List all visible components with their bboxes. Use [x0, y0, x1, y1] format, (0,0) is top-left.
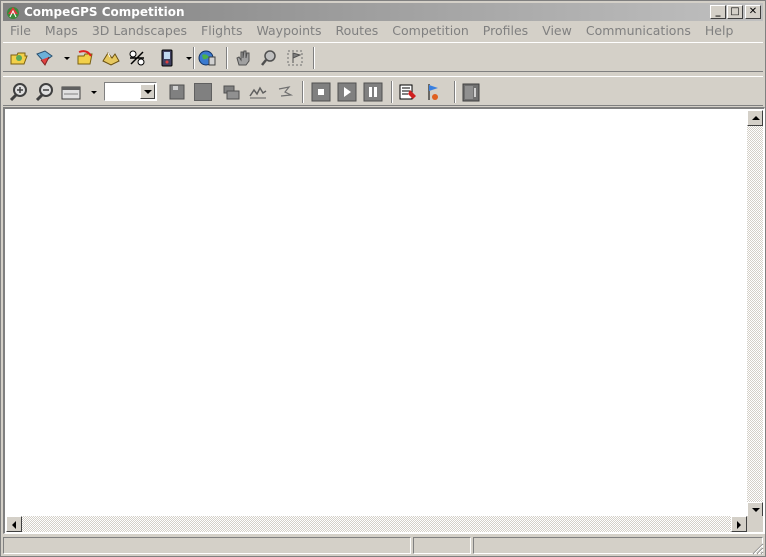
open-track-icon[interactable] [75, 48, 95, 68]
gps-device-icon[interactable] [157, 48, 177, 68]
route-globe-icon[interactable] [197, 48, 217, 68]
close-icon: ✕ [748, 6, 758, 17]
menu-communications[interactable]: Communications [579, 23, 698, 38]
map-toolbar [3, 76, 763, 106]
menu-help[interactable]: Help [698, 23, 741, 38]
toolbar-separator [313, 47, 315, 69]
map-canvas[interactable] [3, 107, 765, 534]
menu-view[interactable]: View [535, 23, 579, 38]
menu-waypoints[interactable]: Waypoints [249, 23, 328, 38]
window-title: CompeGPS Competition [24, 5, 185, 19]
toolbar-separator [454, 81, 456, 103]
analysis-icon[interactable] [398, 82, 418, 102]
scrollbar-corner [747, 516, 763, 532]
compegps-logo-icon [7, 7, 19, 19]
save-disk-icon[interactable] [167, 82, 187, 102]
arrow-down-icon [752, 508, 760, 512]
dropdown-arrow-icon[interactable] [91, 91, 97, 94]
minimize-button[interactable]: _ [710, 5, 726, 19]
menu-competition[interactable]: Competition [385, 23, 476, 38]
chevron-down-icon[interactable] [140, 84, 155, 99]
status-pane-2 [413, 537, 471, 554]
scroll-left-button[interactable] [6, 516, 22, 532]
open-folder-icon[interactable] [9, 48, 29, 68]
open-map-icon[interactable] [35, 48, 55, 68]
resize-grip-icon[interactable] [752, 543, 764, 555]
zoom-tool-icon[interactable] [259, 48, 279, 68]
gps-connect-icon[interactable] [461, 82, 481, 102]
main-toolbar [3, 42, 763, 72]
arrow-right-icon [737, 521, 741, 529]
scroll-up-button[interactable] [747, 110, 763, 126]
close-button[interactable]: ✕ [745, 5, 761, 19]
horizontal-scrollbar[interactable] [6, 516, 747, 532]
flag-select-icon[interactable] [285, 48, 305, 68]
wind-icon[interactable] [275, 82, 295, 102]
play-icon[interactable] [337, 82, 357, 102]
arrow-up-icon [752, 116, 760, 120]
menu-routes[interactable]: Routes [328, 23, 385, 38]
toolbar-separator [193, 47, 195, 69]
status-pane-3 [473, 537, 763, 554]
maximize-icon: □ [730, 6, 740, 17]
hand-pan-icon[interactable] [233, 48, 253, 68]
toolbar-separator [391, 81, 393, 103]
arrow-left-icon [12, 521, 16, 529]
scroll-right-button[interactable] [731, 516, 747, 532]
dropdown-arrow-icon[interactable] [186, 57, 192, 60]
3d-landscape-icon[interactable] [101, 48, 121, 68]
minimize-icon: _ [715, 6, 721, 17]
waypoints-icon[interactable] [127, 48, 147, 68]
stop-icon[interactable] [311, 82, 331, 102]
menu-profiles[interactable]: Profiles [476, 23, 535, 38]
layers-icon[interactable] [221, 82, 241, 102]
pause-icon[interactable] [363, 82, 383, 102]
map-view-icon[interactable] [61, 82, 81, 102]
toolbar-separator [302, 81, 304, 103]
flag-marker-icon[interactable] [424, 82, 444, 102]
menu-3d-landscapes[interactable]: 3D Landscapes [85, 23, 194, 38]
profile-graph-icon[interactable] [248, 82, 268, 102]
vertical-scrollbar[interactable] [747, 110, 763, 518]
menu-flights[interactable]: Flights [194, 23, 249, 38]
menu-file[interactable]: File [3, 23, 38, 38]
status-bar [3, 536, 765, 556]
status-pane-main [3, 537, 411, 554]
grey-square-icon[interactable] [194, 83, 212, 101]
zoom-in-icon[interactable] [9, 82, 29, 102]
maximize-button[interactable]: □ [727, 5, 743, 19]
menu-bar: File Maps 3D Landscapes Flights Waypoint… [3, 21, 763, 40]
app-window: CompeGPS Competition _ □ ✕ File Maps 3D … [0, 0, 766, 557]
title-bar[interactable]: CompeGPS Competition _ □ ✕ [3, 3, 763, 21]
menu-maps[interactable]: Maps [38, 23, 85, 38]
scale-combo[interactable] [104, 82, 157, 101]
dropdown-arrow-icon[interactable] [64, 57, 70, 60]
toolbar-separator [226, 47, 228, 69]
zoom-out-icon[interactable] [35, 82, 55, 102]
